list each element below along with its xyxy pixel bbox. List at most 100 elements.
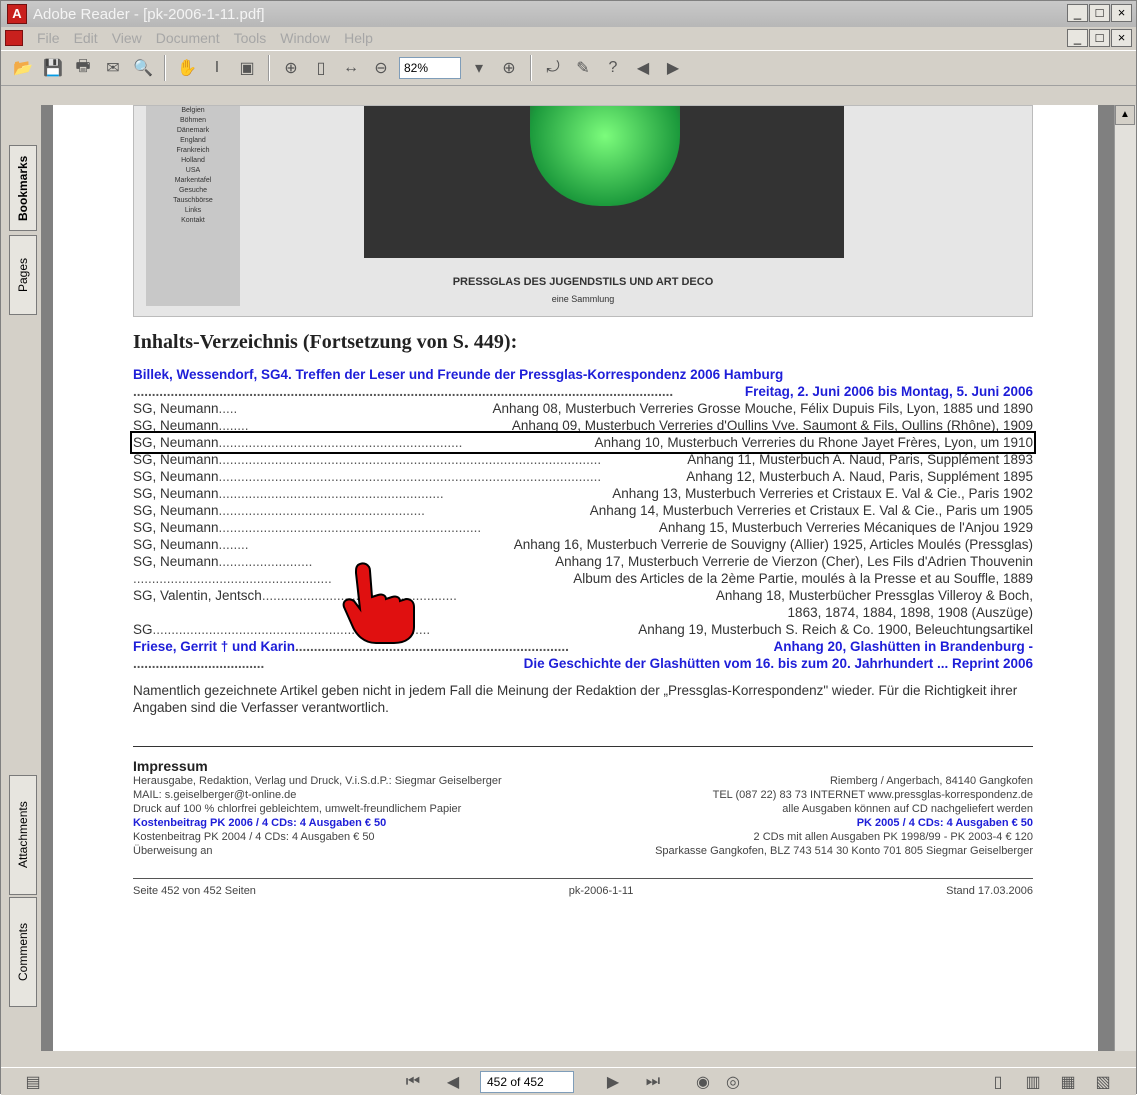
banner-nav-item: Dänemark — [176, 127, 210, 134]
help-icon[interactable]: ? — [601, 56, 625, 80]
pdf-page: Belgien Böhmen Dänemark England Frankrei… — [53, 105, 1098, 1051]
facing-icon[interactable]: ▦ — [1056, 1070, 1080, 1094]
impressum-line: Kostenbeitrag PK 2004 / 4 CDs: 4 Ausgabe… — [133, 830, 1033, 844]
entry-title: Anhang 19, Musterbuch S. Reich & Co. 190… — [638, 622, 1033, 637]
entry-author: SG, Neumann — [133, 418, 219, 433]
entry-author: SG, Neumann — [133, 452, 219, 467]
contents-list: Billek, Wessendorf, SG4. Treffen der Les… — [130, 366, 1036, 672]
menu-document[interactable]: Document — [156, 30, 220, 46]
toolbar: 📂 💾 🖶 ✉ 🔍 ✋ I ▣ ⊕ ▯ ↔ ⊖ 82% ▾ ⊕ ⤾ ✎ ? ◀ … — [1, 50, 1136, 86]
entry-author: SG, Neumann — [133, 537, 219, 552]
continuous-icon[interactable]: ▥ — [1021, 1070, 1045, 1094]
entry-author: Billek, Wessendorf, SG4. Treffen der Les… — [133, 367, 784, 382]
doc-restore-button[interactable]: □ — [1089, 29, 1110, 47]
menu-tools[interactable]: Tools — [234, 30, 267, 46]
page-number-input[interactable]: 452 of 452 — [480, 1071, 574, 1093]
close-button[interactable]: × — [1111, 4, 1132, 22]
banner-nav-item: Markentafel — [174, 177, 212, 184]
hand-tool-icon[interactable]: ✋ — [175, 56, 199, 80]
fit-width-icon[interactable]: ↔ — [339, 56, 363, 80]
email-icon[interactable]: ✉ — [101, 56, 125, 80]
rotate-icon[interactable]: ⤾ — [541, 56, 565, 80]
document-view[interactable]: Belgien Böhmen Dänemark England Frankrei… — [41, 105, 1116, 1051]
print-icon[interactable]: 🖶 — [71, 56, 95, 80]
attachments-tab[interactable]: Attachments — [9, 775, 37, 895]
navigation-panel: Bookmarks Pages Attachments Comments — [1, 105, 41, 1065]
zoom-in-tool-icon[interactable]: ⊕ — [279, 56, 303, 80]
select-text-icon[interactable]: I — [205, 56, 229, 80]
entry-author: SG, Neumann — [133, 503, 219, 518]
doc-minimize-button[interactable]: _ — [1067, 29, 1088, 47]
disclaimer-note: Namentlich gezeichnete Artikel geben nic… — [133, 683, 1018, 715]
bookmarks-tab[interactable]: Bookmarks — [9, 145, 37, 231]
vertical-scrollbar[interactable]: ▲ — [1114, 105, 1136, 1051]
reader-window: A Adobe Reader - [pk-2006-1-11.pdf] _ □ … — [0, 0, 1137, 1095]
entry-leader-dots: ........ — [218, 537, 249, 552]
glass-vase-photo — [364, 106, 844, 258]
entry-title: Anhang 16, Musterbuch Verrerie de Souvig… — [513, 537, 1033, 552]
menu-edit[interactable]: Edit — [74, 30, 98, 46]
impressum-text: alle Ausgaben können auf CD nachgeliefer… — [782, 803, 1033, 815]
previous-page-icon[interactable]: ◀ — [441, 1070, 465, 1094]
zoom-dropdown-icon[interactable]: ▾ — [467, 56, 491, 80]
banner-image: Belgien Böhmen Dänemark England Frankrei… — [133, 105, 1033, 317]
open-icon[interactable]: 📂 — [11, 56, 35, 80]
save-icon[interactable]: 💾 — [41, 56, 65, 80]
entry-leader-dots: ........................................… — [218, 486, 444, 501]
entry-leader-dots: ........................................… — [218, 469, 602, 484]
impressum-text: MAIL: s.geiselberger@t-online.de — [133, 789, 297, 801]
menu-file[interactable]: File — [37, 30, 60, 46]
zoom-in-icon[interactable]: ⊕ — [497, 56, 521, 80]
toolbar-separator — [164, 55, 166, 81]
scroll-up-arrow[interactable]: ▲ — [1115, 105, 1135, 125]
first-page-icon[interactable]: ⏮ — [401, 1070, 425, 1094]
pages-tab[interactable]: Pages — [9, 235, 37, 315]
previous-view-icon[interactable]: ◉ — [691, 1070, 715, 1094]
entry-title: Album des Articles de la 2ème Partie, mo… — [573, 571, 1033, 586]
divider — [133, 746, 1033, 758]
footer-page-count: Seite 452 von 452 Seiten — [133, 885, 256, 897]
doc-close-button[interactable]: × — [1111, 29, 1132, 47]
actual-size-icon[interactable]: ▯ — [309, 56, 333, 80]
entry-title: Anhang 09, Musterbuch Verreries d'Oullin… — [511, 418, 1033, 433]
entry-title: Anhang 11, Musterbuch A. Naud, Paris, Su… — [687, 452, 1033, 467]
menu-window[interactable]: Window — [280, 30, 330, 46]
title-bar: A Adobe Reader - [pk-2006-1-11.pdf] _ □ … — [1, 1, 1136, 27]
sign-icon[interactable]: ✎ — [571, 56, 595, 80]
minimize-button[interactable]: _ — [1067, 4, 1088, 22]
entry-leader-dots: ........................................… — [133, 384, 674, 399]
entry-title: Anhang 12, Musterbuch A. Naud, Paris, Su… — [686, 469, 1033, 484]
contents-heading: Inhalts-Verzeichnis (Fortsetzung von S. … — [133, 331, 518, 353]
next-view-icon[interactable]: ◎ — [721, 1070, 745, 1094]
find-icon[interactable]: 🔍 — [131, 56, 155, 80]
comments-tab[interactable]: Comments — [9, 897, 37, 1007]
footer-file-name: pk-2006-1-11 — [568, 885, 634, 897]
entry-author: SG, Neumann — [133, 469, 219, 484]
contents-row: Billek, Wessendorf, SG4. Treffen der Les… — [133, 366, 1033, 383]
toolbar-separator — [268, 55, 270, 81]
next-page-icon[interactable]: ▶ — [601, 1070, 625, 1094]
entry-title: Anhang 20, Glashütten in Brandenburg - — [773, 639, 1033, 654]
banner-subtitle: eine Sammlung — [551, 294, 615, 304]
impressum-line: MAIL: s.geiselberger@t-online.de TEL (087… — [133, 788, 1033, 802]
snapshot-icon[interactable]: ▣ — [235, 56, 259, 80]
menu-help[interactable]: Help — [344, 30, 373, 46]
contents-row: SG, Neumann ..... Anhang 08, Musterbuch … — [133, 400, 1033, 417]
single-page-icon[interactable]: ▯ — [986, 1070, 1010, 1094]
contents-row: Friese, Gerrit † und Karin .............… — [133, 638, 1033, 655]
forward-icon[interactable]: ▶ — [661, 56, 685, 80]
adobe-reader-icon: A — [7, 4, 27, 24]
page-layout-icon[interactable]: ▤ — [21, 1070, 45, 1094]
maximize-button[interactable]: □ — [1089, 4, 1110, 22]
entry-leader-dots: ........................................… — [218, 435, 463, 450]
zoom-out-icon[interactable]: ⊖ — [369, 56, 393, 80]
menu-view[interactable]: View — [112, 30, 142, 46]
entry-title: Anhang 08, Musterbuch Verreries Grosse M… — [492, 401, 1033, 416]
back-icon[interactable]: ◀ — [631, 56, 655, 80]
continuous-facing-icon[interactable]: ▧ — [1091, 1070, 1115, 1094]
entry-author: SG, Neumann — [133, 401, 219, 416]
impressum-text: Herausgabe, Redaktion, Verlag und Druck,… — [133, 775, 502, 787]
zoom-level-input[interactable]: 82% — [399, 57, 461, 79]
last-page-icon[interactable]: ⏭ — [641, 1070, 665, 1094]
impressum-heading: Impressum — [133, 758, 208, 774]
